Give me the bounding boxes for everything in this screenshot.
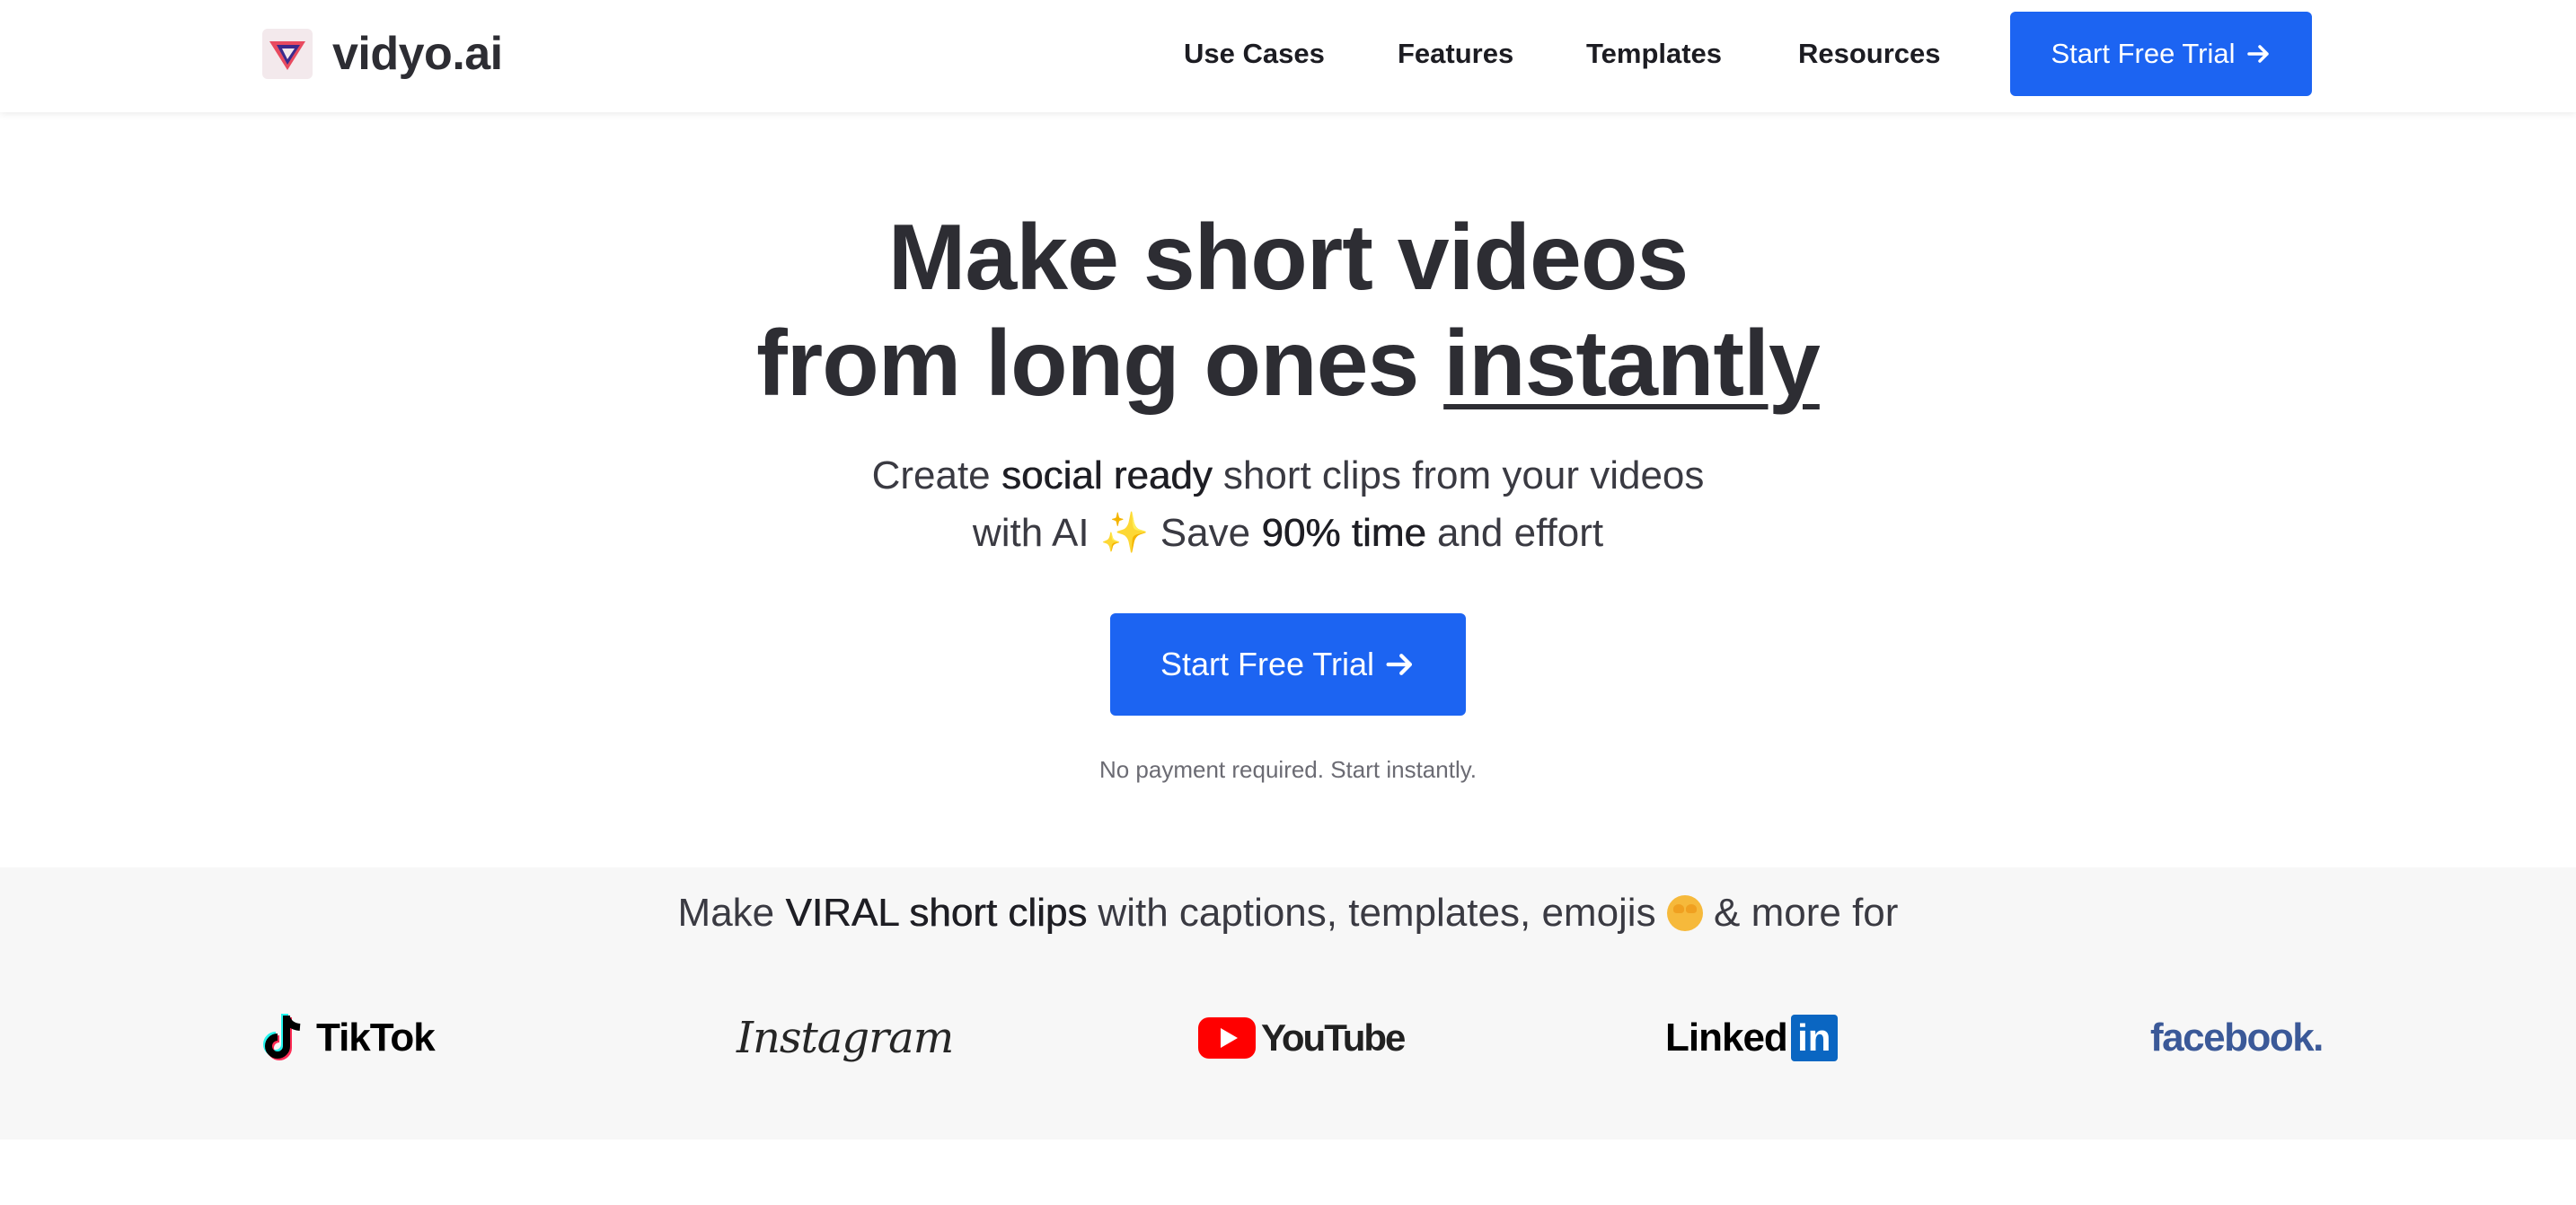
- nav-resources[interactable]: Resources: [1798, 34, 1941, 74]
- hero-cta-label: Start Free Trial: [1160, 646, 1375, 682]
- hero-title: Make short videos from long ones instant…: [0, 205, 2576, 417]
- linkedin-wordmark: Linked: [1665, 1016, 1788, 1060]
- youtube-wordmark: YouTube: [1261, 1016, 1406, 1059]
- platform-logos: TikTok Instagram YouTube Linked in faceb…: [0, 1007, 2576, 1069]
- site-header: vidyo.ai Use Cases Features Templates Re…: [0, 0, 2576, 112]
- youtube-logo: YouTube: [1198, 1007, 1406, 1069]
- logo-text: vidyo.ai: [332, 28, 503, 80]
- header-cta-label: Start Free Trial: [2051, 38, 2236, 69]
- instagram-logo: Instagram: [737, 1007, 954, 1069]
- hero-subtitle-line-1: Create social ready short clips from you…: [0, 447, 2576, 505]
- nav-use-cases[interactable]: Use Cases: [1184, 34, 1325, 74]
- nav-features[interactable]: Features: [1398, 34, 1513, 74]
- hero-subtitle: Create social ready short clips from you…: [0, 447, 2576, 562]
- facebook-logo: facebook.: [2150, 1007, 2324, 1069]
- subtitle-text: Save: [1149, 511, 1262, 555]
- arrow-right-icon: [1385, 649, 1416, 680]
- hero-title-emphasis: instantly: [1443, 312, 1821, 416]
- subtitle-emphasis: 90% time: [1261, 511, 1426, 555]
- hero-title-text: from long ones: [756, 312, 1444, 416]
- hero-title-line-2: from long ones instantly: [0, 311, 2576, 417]
- heading-text: with captions, templates, emojis: [1087, 891, 1667, 935]
- linkedin-logo: Linked in: [1665, 1007, 1838, 1069]
- no-payment-note: No payment required. Start instantly.: [1098, 756, 1478, 783]
- tiktok-logo: TikTok: [262, 1007, 436, 1069]
- hero-title-line-1: Make short videos: [887, 206, 1689, 310]
- subtitle-text: Create: [871, 453, 1001, 497]
- heading-emphasis: VIRAL short clips: [785, 891, 1088, 935]
- logo-link[interactable]: vidyo.ai: [262, 27, 503, 81]
- subtitle-text: and effort: [1425, 511, 1604, 555]
- subtitle-text: with AI: [972, 511, 1100, 555]
- nav-templates[interactable]: Templates: [1586, 34, 1722, 74]
- linkedin-in-icon: in: [1790, 1015, 1838, 1061]
- heading-text: & more for: [1702, 891, 1899, 935]
- facebook-wordmark: facebook.: [2150, 1016, 2324, 1060]
- vidyo-logo-icon: [262, 29, 313, 79]
- hero-start-trial-button[interactable]: Start Free Trial: [1110, 613, 1466, 716]
- subtitle-emphasis: social ready: [1001, 453, 1213, 497]
- tiktok-wordmark: TikTok: [316, 1016, 436, 1060]
- subtitle-text: short clips from your videos: [1212, 453, 1705, 497]
- platforms-section: Make VIRAL short clips with captions, te…: [0, 867, 2576, 1139]
- header-start-trial-button[interactable]: Start Free Trial: [2010, 12, 2312, 96]
- tiktok-icon: [263, 1014, 301, 1060]
- sparkles-icon: ✨: [1099, 511, 1150, 555]
- platforms-heading: Make VIRAL short clips with captions, te…: [0, 891, 2576, 936]
- arrow-right-icon: [2246, 41, 2272, 66]
- instagram-wordmark: Instagram: [737, 1013, 954, 1063]
- heading-text: Make: [677, 891, 786, 935]
- star-struck-emoji-icon: [1666, 895, 1703, 931]
- youtube-play-icon: [1198, 1017, 1256, 1059]
- hero-subtitle-line-2: with AI ✨ Save 90% time and effort: [0, 505, 2576, 562]
